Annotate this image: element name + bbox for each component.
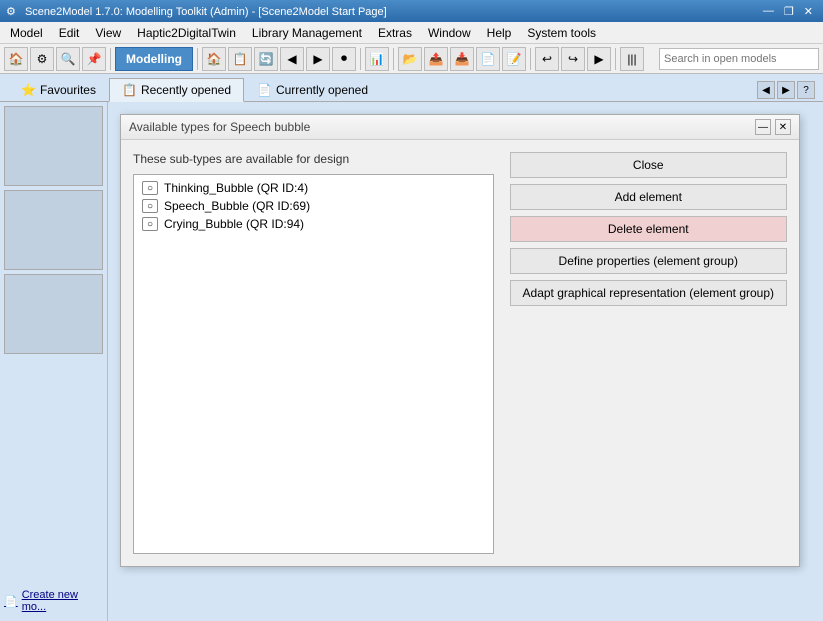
toolbar-btn-9[interactable]: ▶	[306, 47, 330, 71]
restore-button[interactable]: ❐	[780, 2, 798, 20]
tab-currently-opened[interactable]: 📄 Currently opened	[244, 77, 381, 101]
menu-window[interactable]: Window	[420, 22, 479, 43]
dialog-close-button[interactable]: ✕	[775, 119, 791, 135]
toolbar-sep-3	[360, 48, 361, 70]
menu-view[interactable]: View	[87, 22, 129, 43]
toolbar-btn-16[interactable]: 📝	[502, 47, 526, 71]
main-content: 📄 Create new mo... Available types for S…	[0, 102, 823, 621]
toolbar-btn-3[interactable]: 🔍	[56, 47, 80, 71]
toolbar-btn-4[interactable]: 📌	[82, 47, 106, 71]
speech-bubble-icon	[142, 199, 158, 213]
toolbar-btn-10[interactable]: ⏺	[332, 47, 356, 71]
dialog-left-panel: These sub-types are available for design…	[133, 152, 494, 554]
list-item-crying-bubble[interactable]: Crying_Bubble (QR ID:94)	[138, 215, 489, 233]
tab-recently-opened[interactable]: 📋 Recently opened	[109, 78, 244, 102]
sidebar-item-2[interactable]	[4, 190, 103, 270]
window-title: Scene2Model 1.7.0: Modelling Toolkit (Ad…	[25, 6, 387, 18]
subtypes-list: Thinking_Bubble (QR ID:4) Speech_Bubble …	[133, 174, 494, 554]
tab-nav-prev[interactable]: ◀	[757, 81, 775, 99]
menu-bar: Model Edit View Haptic2DigitalTwin Libra…	[0, 22, 823, 44]
left-sidebar: 📄 Create new mo...	[0, 102, 108, 621]
toolbar-sep-4	[393, 48, 394, 70]
toolbar-btn-5[interactable]: 🏠	[202, 47, 226, 71]
menu-haptic2digitaltwin[interactable]: Haptic2DigitalTwin	[129, 22, 244, 43]
sidebar-item-3[interactable]	[4, 274, 103, 354]
redo-button[interactable]: ↪	[561, 47, 585, 71]
title-bar: ⚙ Scene2Model 1.7.0: Modelling Toolkit (…	[0, 0, 823, 22]
define-properties-button[interactable]: Define properties (element group)	[510, 248, 787, 274]
thinking-bubble-icon	[142, 181, 158, 195]
tab-nav-help[interactable]: ?	[797, 81, 815, 99]
toolbar-btn-12[interactable]: 📂	[398, 47, 422, 71]
toolbar-btn-11[interactable]: 📊	[365, 47, 389, 71]
menu-extras[interactable]: Extras	[370, 22, 420, 43]
sidebar-item-1[interactable]	[4, 106, 103, 186]
toolbar-sep-5	[530, 48, 531, 70]
undo-button[interactable]: ↩	[535, 47, 559, 71]
toolbar-btn-18[interactable]: |||	[620, 47, 644, 71]
toolbar: 🏠 ⚙ 🔍 📌 Modelling 🏠 📋 🔄 ◀ ▶ ⏺ 📊 📂 📤 📥 📄 …	[0, 44, 823, 74]
list-item-thinking-bubble[interactable]: Thinking_Bubble (QR ID:4)	[138, 179, 489, 197]
menu-library-management[interactable]: Library Management	[244, 22, 370, 43]
toolbar-btn-6[interactable]: 📋	[228, 47, 252, 71]
close-button[interactable]: Close	[510, 152, 787, 178]
search-box	[659, 48, 819, 70]
toolbar-btn-7[interactable]: 🔄	[254, 47, 278, 71]
delete-element-button[interactable]: Delete element	[510, 216, 787, 242]
currently-opened-icon: 📄	[257, 83, 272, 97]
dialog-title-bar: Available types for Speech bubble — ✕	[121, 115, 799, 140]
menu-edit[interactable]: Edit	[51, 22, 88, 43]
crying-bubble-icon	[142, 217, 158, 231]
toolbar-btn-8[interactable]: ◀	[280, 47, 304, 71]
favourites-icon: ⭐	[21, 83, 36, 97]
toolbar-sep-2	[197, 48, 198, 70]
toolbar-btn-14[interactable]: 📥	[450, 47, 474, 71]
toolbar-btn-15[interactable]: 📄	[476, 47, 500, 71]
add-element-button[interactable]: Add element	[510, 184, 787, 210]
tab-bar: ⭐ Favourites 📋 Recently opened 📄 Current…	[0, 74, 823, 102]
dialog-subtitle: These sub-types are available for design	[133, 152, 494, 166]
app-icon: ⚙	[6, 6, 16, 18]
adapt-graphical-button[interactable]: Adapt graphical representation (element …	[510, 280, 787, 306]
menu-model[interactable]: Model	[2, 22, 51, 43]
dialog-right-panel: Close Add element Delete element Define …	[510, 152, 787, 554]
search-input[interactable]	[664, 53, 794, 65]
menu-system-tools[interactable]: System tools	[519, 22, 604, 43]
menu-help[interactable]: Help	[479, 22, 520, 43]
tab-navigation: ◀ ▶ ?	[757, 81, 815, 101]
home-button[interactable]: 🏠	[4, 47, 28, 71]
toolbar-btn-13[interactable]: 📤	[424, 47, 448, 71]
dialog-container: Available types for Speech bubble — ✕ Th…	[108, 102, 823, 621]
modelling-button[interactable]: Modelling	[115, 47, 193, 71]
dialog-title: Available types for Speech bubble	[129, 120, 310, 134]
create-icon: 📄	[4, 595, 18, 608]
minimize-button[interactable]: —	[759, 2, 778, 20]
toolbar-btn-2[interactable]: ⚙	[30, 47, 54, 71]
create-new-model-link[interactable]: 📄 Create new mo...	[4, 585, 103, 617]
toolbar-btn-17[interactable]: ▶	[587, 47, 611, 71]
window-controls: — ❐ ✕	[759, 2, 817, 20]
toolbar-sep-1	[110, 48, 111, 70]
close-button[interactable]: ✕	[800, 2, 817, 20]
toolbar-sep-6	[615, 48, 616, 70]
recently-opened-icon: 📋	[122, 83, 137, 97]
dialog-minimize-button[interactable]: —	[755, 119, 771, 135]
tab-favourites[interactable]: ⭐ Favourites	[8, 77, 109, 101]
available-types-dialog: Available types for Speech bubble — ✕ Th…	[120, 114, 800, 567]
dialog-body: These sub-types are available for design…	[121, 140, 799, 566]
tab-nav-next[interactable]: ▶	[777, 81, 795, 99]
list-item-speech-bubble[interactable]: Speech_Bubble (QR ID:69)	[138, 197, 489, 215]
